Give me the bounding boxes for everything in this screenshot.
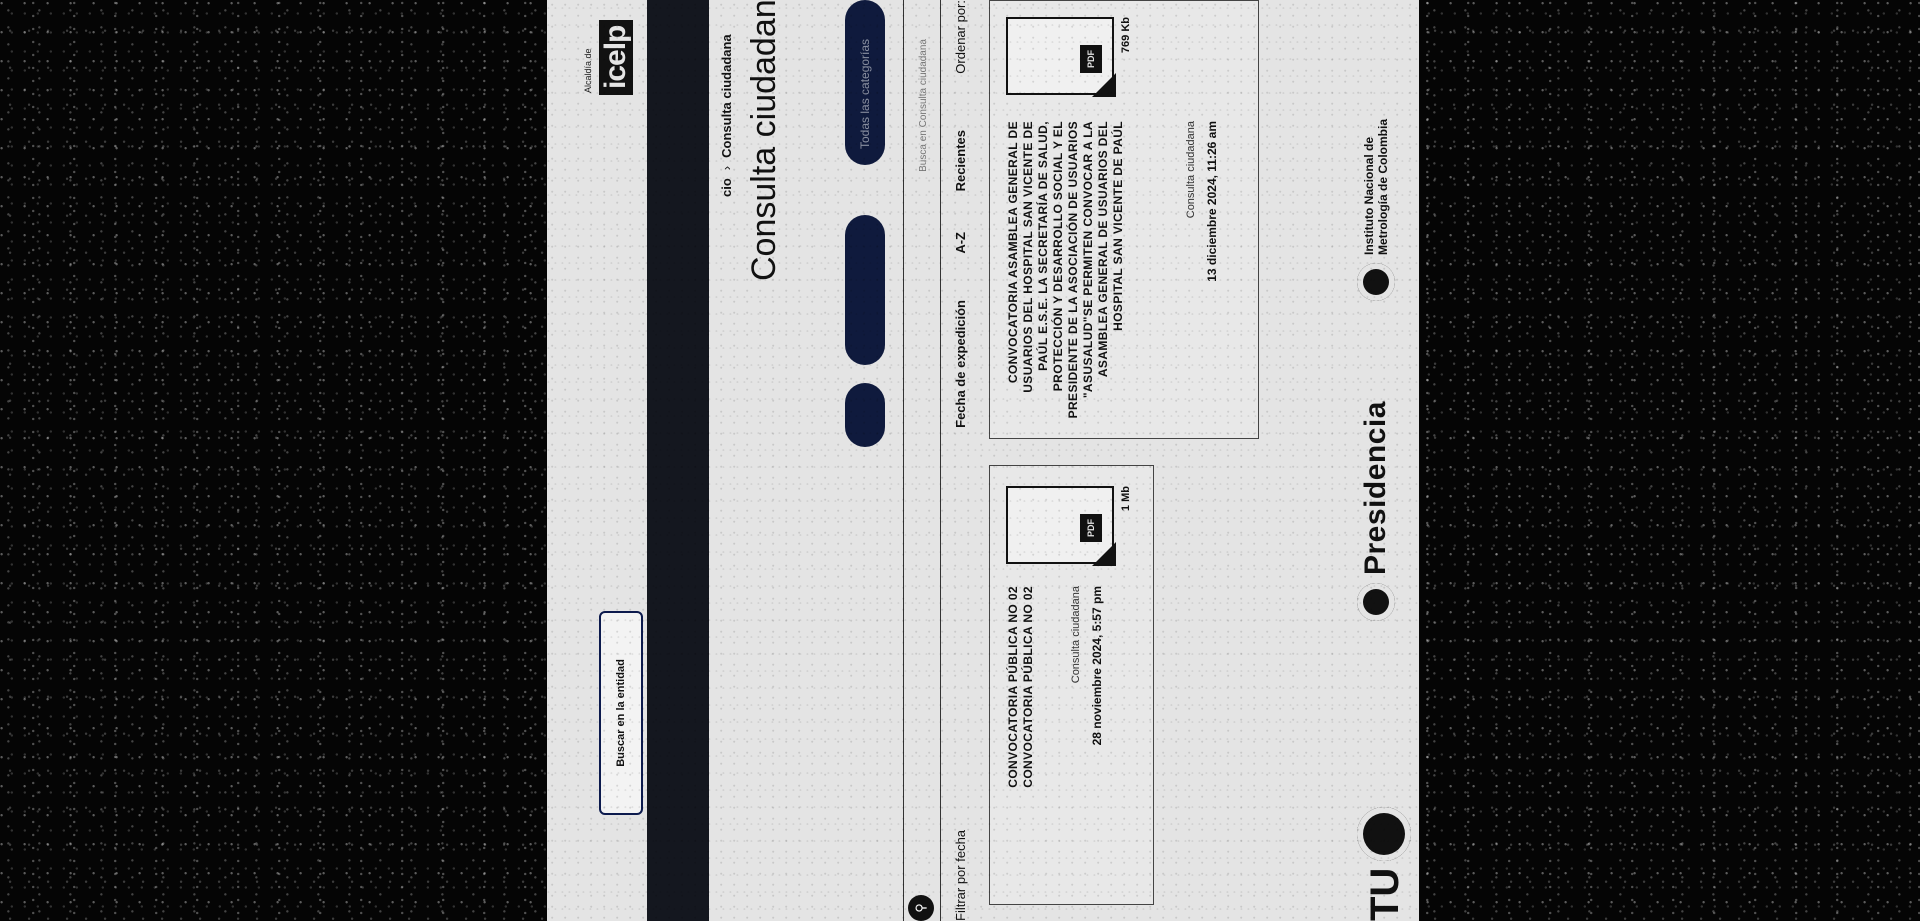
card-category: Consulta ciudadana bbox=[1185, 121, 1197, 219]
pdf-file-icon: PDF bbox=[1006, 486, 1114, 564]
search-bar: ⚲ bbox=[903, 0, 941, 921]
main-navigation bbox=[647, 0, 709, 921]
sort-option-fecha-expedicion[interactable]: Fecha de expedición bbox=[953, 300, 968, 428]
sort-option-recientes[interactable]: Recientes bbox=[953, 130, 968, 191]
document-card[interactable]: PDF 1 Mb CONVOCATORIA PÚBLICA NO 02 CONV… bbox=[989, 465, 1154, 905]
inm-name: Instituto Nacional de Metrología de Colo… bbox=[1362, 118, 1390, 255]
government-logos: Instituto Nacional de Metrología de Colo… bbox=[1355, 0, 1419, 921]
filter-pill-1[interactable] bbox=[845, 215, 885, 365]
search-entity-button[interactable]: Buscar en la entidad bbox=[599, 611, 643, 815]
breadcrumb-current: Consulta ciudadana bbox=[719, 34, 734, 158]
agency-logo[interactable]: Alcaldía de icelp bbox=[583, 3, 637, 95]
document-card[interactable]: PDF 769 Kb CONVOCATORIA ASAMBLEA GENERAL… bbox=[989, 0, 1259, 439]
categories-dropdown[interactable]: Todas las categorías bbox=[845, 0, 885, 165]
presidencia-logo[interactable]: Presidencia bbox=[1357, 401, 1395, 621]
screen-backdrop: Alcaldía de icelp Buscar en la entidad c… bbox=[0, 0, 1920, 921]
coat-of-arms-logo bbox=[1357, 807, 1411, 861]
file-size: 1 Mb bbox=[1120, 486, 1132, 512]
coat-of-arms-icon bbox=[1357, 807, 1411, 861]
sort-bar: Ordenar por: Recientes A-Z Fecha de expe… bbox=[947, 0, 977, 921]
presidencia-emblem-icon bbox=[1357, 583, 1395, 621]
sort-label: Ordenar por: bbox=[953, 0, 968, 74]
card-date: 28 noviembre 2024, 5:57 pm bbox=[1090, 586, 1104, 746]
filter-date[interactable]: Filtrar por fecha bbox=[953, 830, 968, 921]
breadcrumb-separator: › bbox=[719, 165, 734, 171]
header: Alcaldía de icelp Buscar en la entidad bbox=[547, 0, 647, 921]
agency-logo-mark: icelp bbox=[599, 19, 633, 95]
search-icon[interactable]: ⚲ bbox=[908, 895, 934, 921]
inm-emblem-icon bbox=[1357, 263, 1395, 301]
tu-text: TU bbox=[1363, 867, 1407, 921]
pdf-file-icon: PDF bbox=[1006, 17, 1114, 95]
breadcrumb-home[interactable]: cio bbox=[719, 178, 734, 197]
card-category: Consulta ciudadana bbox=[1070, 586, 1082, 684]
presidencia-text: Presidencia bbox=[1359, 401, 1392, 575]
rotated-page: Alcaldía de icelp Buscar en la entidad c… bbox=[547, 0, 1419, 921]
file-type-badge: PDF bbox=[1080, 514, 1102, 542]
breadcrumb: cio › Consulta ciudadana bbox=[719, 34, 734, 197]
page-title: Consulta ciudadana bbox=[745, 0, 783, 281]
card-title[interactable]: CONVOCATORIA ASAMBLEA GENERAL DE USUARIO… bbox=[1006, 121, 1126, 421]
card-date: 13 diciembre 2024, 11:26 am bbox=[1205, 121, 1219, 282]
agency-logo-subtitle: Alcaldía de bbox=[583, 48, 593, 93]
file-type-badge: PDF bbox=[1080, 45, 1102, 73]
search-input[interactable] bbox=[912, 37, 934, 881]
inm-logo[interactable]: Instituto Nacional de Metrología de Colo… bbox=[1357, 105, 1395, 301]
card-title[interactable]: CONVOCATORIA PÚBLICA NO 02 CONVOCATORIA … bbox=[1006, 586, 1036, 866]
categories-dropdown-label: Todas las categorías bbox=[858, 38, 872, 149]
file-size: 769 Kb bbox=[1120, 17, 1132, 54]
tu-logo[interactable]: TU bbox=[1363, 868, 1408, 921]
filter-pill-2[interactable] bbox=[845, 383, 885, 447]
sort-option-a-z[interactable]: A-Z bbox=[953, 232, 968, 254]
